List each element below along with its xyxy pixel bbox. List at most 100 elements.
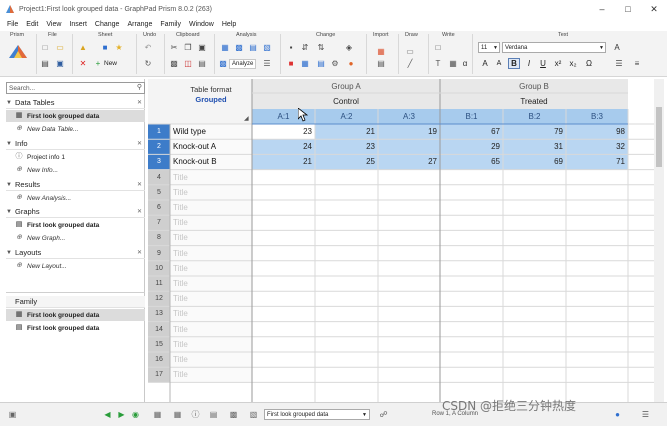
row-title-cell[interactable]: Knock-out B	[173, 154, 251, 169]
sheet-star-icon[interactable]: ★	[114, 43, 124, 52]
undo-icon[interactable]: ↶	[143, 43, 153, 52]
symbol-button[interactable]: Ω	[584, 59, 594, 68]
analysis-layout-icon[interactable]: ▧	[262, 43, 272, 52]
row-number[interactable]: 2	[148, 139, 170, 154]
nav-item-new-info[interactable]: ⊕ New Info...	[6, 164, 145, 176]
nav-item-new-graph[interactable]: ⊕ New Graph...	[6, 232, 145, 244]
data-cell[interactable]: 71	[566, 154, 625, 169]
delete-icon[interactable]: ▤	[197, 59, 207, 68]
nav-item-graph[interactable]: ▤ First look grouped data	[6, 219, 145, 231]
new-file-icon[interactable]: □	[40, 43, 50, 52]
close-icon[interactable]: ✕	[137, 208, 142, 215]
row-number[interactable]: 10	[148, 261, 170, 276]
menu-edit[interactable]: Edit	[26, 21, 38, 28]
data-cell[interactable]: 79	[503, 124, 563, 139]
group-a-label[interactable]: Group A	[252, 79, 440, 93]
menu-file[interactable]: File	[7, 21, 18, 28]
results-tab-icon[interactable]: ▤	[208, 409, 219, 420]
print-icon[interactable]: ▤	[40, 59, 50, 68]
group-b-label[interactable]: Group B	[440, 79, 628, 93]
write-text-icon[interactable]: T	[433, 59, 443, 68]
corner-sort-icon[interactable]: ◢	[244, 115, 249, 122]
new-sheet-plus-icon[interactable]: +	[93, 59, 103, 68]
data-cell[interactable]	[378, 139, 437, 154]
row-title-cell[interactable]: Title	[173, 261, 251, 276]
previous-sheet-icon[interactable]: ◀	[102, 409, 113, 420]
column-header-b2[interactable]: B:2	[503, 109, 566, 124]
data-cell[interactable]: 25	[315, 154, 375, 169]
data-cell[interactable]: 19	[378, 124, 437, 139]
row-number[interactable]: 17	[148, 367, 170, 382]
row-number[interactable]: 3	[148, 154, 170, 169]
close-icon[interactable]: ✕	[137, 249, 142, 256]
change-row-icon[interactable]: ▤	[316, 59, 326, 68]
navigator-toggle-icon[interactable]: ▣	[7, 409, 18, 420]
redo-icon[interactable]: ↻	[143, 59, 153, 68]
change-insert-icon[interactable]: ■	[286, 59, 296, 68]
row-number[interactable]: 8	[148, 230, 170, 245]
menu-insert[interactable]: Insert	[69, 21, 87, 28]
prism-logo-icon[interactable]	[8, 43, 28, 59]
data-cell[interactable]: 65	[440, 154, 500, 169]
family-item-data-table[interactable]: ▦ First look grouped data	[6, 309, 145, 321]
analysis-results-icon[interactable]: ▤	[248, 43, 258, 52]
font-color-icon[interactable]: A	[612, 43, 622, 52]
menu-view[interactable]: View	[46, 21, 61, 28]
analysis-graph-icon[interactable]: ▩	[234, 43, 244, 52]
data-cell[interactable]: 23	[252, 124, 312, 139]
cut-icon[interactable]: ✂	[169, 43, 179, 52]
column-header-a3[interactable]: A:3	[378, 109, 440, 124]
menu-arrange[interactable]: Arrange	[127, 21, 152, 28]
row-number[interactable]: 4	[148, 170, 170, 185]
delete-sheet-icon[interactable]: ✕	[78, 59, 88, 68]
family-item-graph[interactable]: ▤ First look grouped data	[6, 322, 145, 334]
change-color-icon[interactable]: ●	[346, 59, 356, 68]
new-sheet-button[interactable]: New	[104, 60, 117, 67]
draw-shape-icon[interactable]: ▭	[403, 45, 417, 57]
analyze-icon[interactable]: ▩	[218, 59, 228, 68]
row-number[interactable]: 6	[148, 200, 170, 215]
info-tab-icon[interactable]: ⓘ	[190, 409, 201, 420]
data-cell[interactable]: 69	[503, 154, 563, 169]
change-grid-icon[interactable]: ▪	[286, 43, 296, 52]
row-title-cell[interactable]: Title	[173, 306, 251, 321]
change-column-icon[interactable]: ▦	[300, 59, 310, 68]
scrollbar-thumb[interactable]	[656, 107, 662, 167]
data-cell[interactable]: 98	[566, 124, 625, 139]
column-header-b1[interactable]: B:1	[440, 109, 503, 124]
underline-button[interactable]: U	[538, 59, 548, 68]
open-folder-icon[interactable]: ▭	[55, 43, 65, 52]
row-number[interactable]: 16	[148, 352, 170, 367]
vertical-scrollbar[interactable]	[654, 79, 664, 402]
data-cell[interactable]: 27	[378, 154, 437, 169]
layout-tab-icon[interactable]: ▧	[248, 409, 259, 420]
row-title-cell[interactable]: Title	[173, 246, 251, 261]
paste-special-icon[interactable]: ◫	[183, 59, 193, 68]
copy-icon[interactable]: ❐	[183, 43, 193, 52]
nav-item-new-analysis[interactable]: ⊕ New Analysis...	[6, 192, 145, 204]
maximize-button[interactable]: □	[615, 0, 641, 18]
close-icon[interactable]: ✕	[137, 140, 142, 147]
nav-item-new-layout[interactable]: ⊕ New Layout...	[6, 260, 145, 272]
section-layouts[interactable]: ▼ Layouts ✕	[6, 247, 145, 259]
row-number[interactable]: 1	[148, 124, 170, 139]
change-transform-icon[interactable]: ⚙	[330, 59, 340, 68]
close-button[interactable]: ✕	[641, 0, 667, 18]
split-view-icon[interactable]: ▦	[152, 409, 163, 420]
row-number[interactable]: 11	[148, 276, 170, 291]
superscript-button[interactable]: x²	[553, 59, 563, 68]
font-size-select[interactable]: 11 ▼	[478, 42, 500, 53]
data-cell[interactable]: 21	[315, 124, 375, 139]
analyze-button[interactable]: Analyze	[229, 59, 257, 69]
nav-item-data-table[interactable]: ▦ First look grouped data	[6, 110, 145, 122]
analysis-table-icon[interactable]: ▦	[220, 43, 230, 52]
zoom-menu-icon[interactable]: ☰	[640, 409, 651, 420]
graph-tab-icon[interactable]: ▩	[228, 409, 239, 420]
sheet-folder-icon[interactable]: ▲	[78, 43, 88, 52]
change-order-icon[interactable]: ⇅	[316, 43, 326, 52]
data-cell[interactable]: 29	[440, 139, 500, 154]
close-icon[interactable]: ✕	[137, 181, 142, 188]
analysis-options-icon[interactable]: ☰	[262, 59, 272, 68]
italic-button[interactable]: I	[524, 59, 534, 68]
row-title-cell[interactable]: Title	[173, 337, 251, 352]
